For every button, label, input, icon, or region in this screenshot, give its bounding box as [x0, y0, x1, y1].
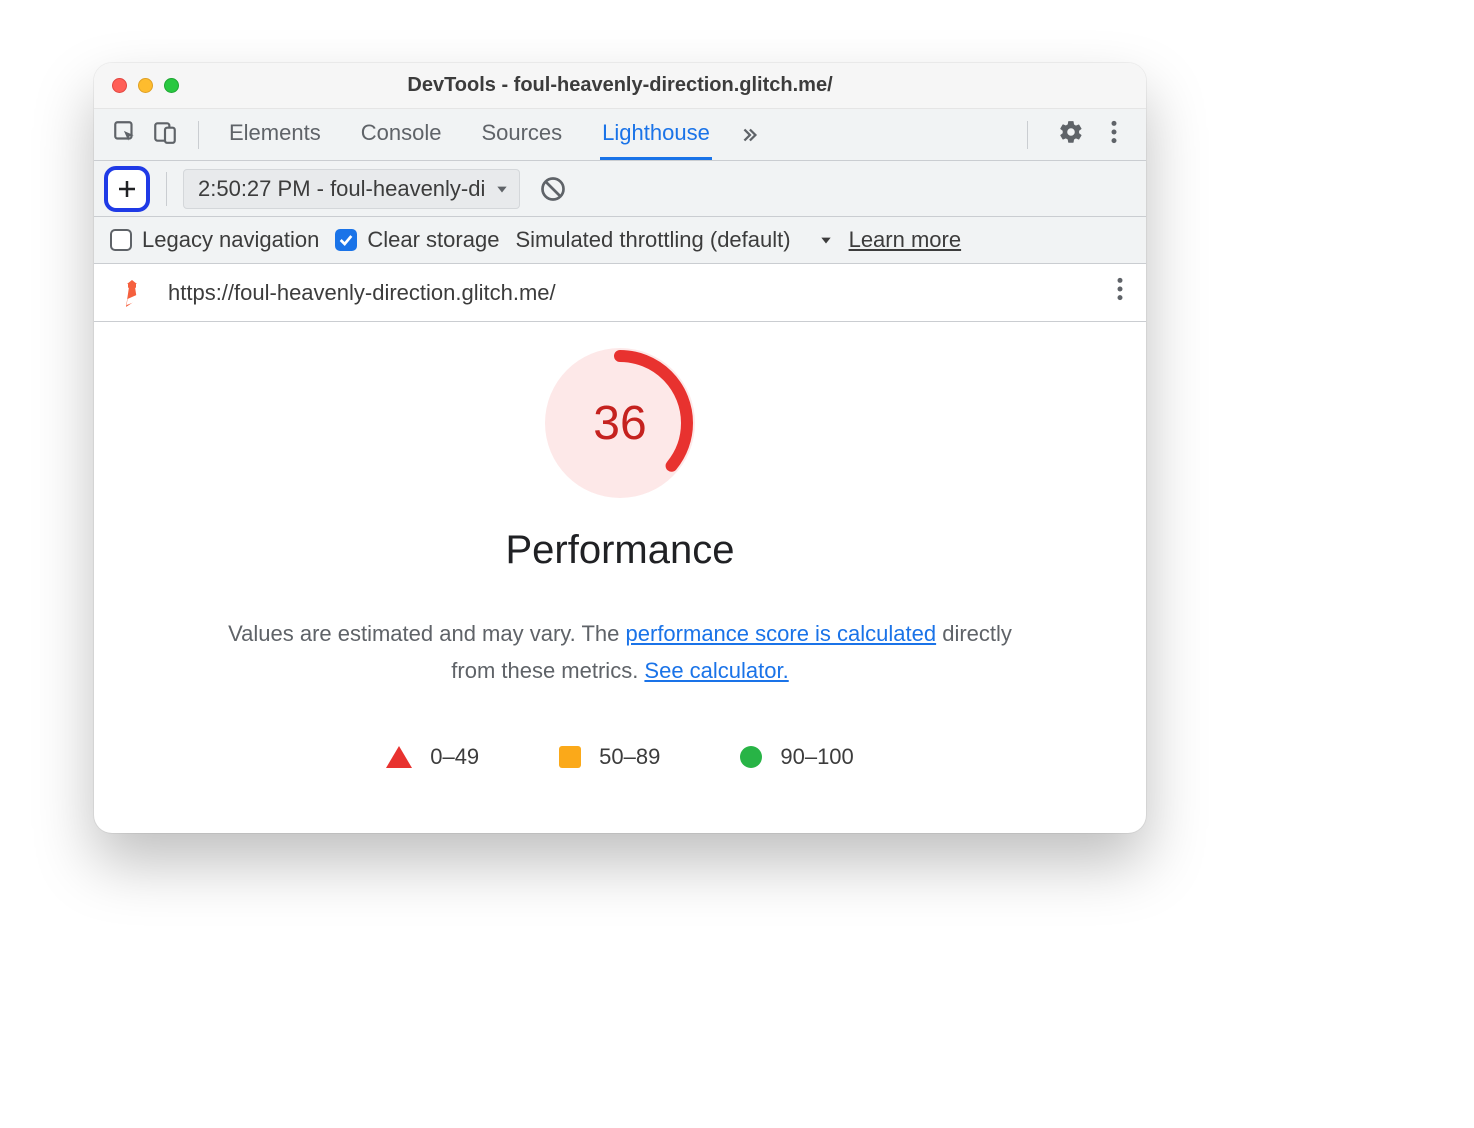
circle-green-icon — [740, 746, 762, 768]
clear-storage-label: Clear storage — [367, 227, 499, 253]
report-body: 36 Performance Values are estimated and … — [94, 322, 1146, 790]
score-legend: 0–49 50–89 90–100 — [386, 744, 854, 770]
window-zoom-button[interactable] — [164, 78, 179, 93]
chevron-down-icon — [495, 176, 509, 202]
clear-storage-checkbox[interactable] — [335, 229, 357, 251]
tabbar-separator — [198, 121, 199, 149]
lighthouse-report-toolbar: 2:50:27 PM - foul-heavenly-di — [94, 161, 1146, 217]
tab-elements[interactable]: Elements — [227, 109, 323, 160]
legend-high-label: 90–100 — [780, 744, 853, 770]
report-url: https://foul-heavenly-direction.glitch.m… — [168, 280, 1096, 306]
more-tabs-button[interactable] — [730, 109, 768, 160]
legend-mid: 50–89 — [559, 744, 660, 770]
clear-storage-option[interactable]: Clear storage — [335, 227, 499, 253]
legend-low-label: 0–49 — [430, 744, 479, 770]
legend-mid-label: 50–89 — [599, 744, 660, 770]
toolbar-separator — [166, 172, 167, 206]
triangle-red-icon — [386, 746, 412, 768]
throttling-selector[interactable]: Simulated throttling (default) — [515, 227, 832, 253]
legend-low: 0–49 — [386, 744, 479, 770]
devtools-tab-bar: Elements Console Sources Lighthouse — [94, 109, 1146, 161]
more-menu-icon[interactable] — [1104, 119, 1124, 150]
tab-console[interactable]: Console — [359, 109, 444, 160]
throttling-label: Simulated throttling (default) — [515, 227, 790, 253]
desc-text-1: Values are estimated and may vary. The — [228, 621, 625, 646]
see-calculator-link[interactable]: See calculator. — [644, 658, 788, 683]
device-toggle-icon[interactable] — [152, 119, 178, 150]
tab-sources[interactable]: Sources — [479, 109, 564, 160]
window-minimize-button[interactable] — [138, 78, 153, 93]
chevron-down-icon — [819, 227, 833, 253]
performance-gauge: 36 — [545, 348, 695, 498]
legacy-navigation-checkbox[interactable] — [110, 229, 132, 251]
report-url-bar: https://foul-heavenly-direction.glitch.m… — [94, 264, 1146, 322]
window-titlebar: DevTools - foul-heavenly-direction.glitc… — [94, 63, 1146, 109]
window-title: DevTools - foul-heavenly-direction.glitc… — [94, 74, 1146, 97]
settings-icon[interactable] — [1058, 119, 1084, 150]
category-title: Performance — [506, 528, 735, 573]
inspect-element-icon[interactable] — [112, 119, 138, 150]
performance-score-value: 36 — [545, 348, 695, 498]
traffic-lights — [94, 78, 179, 93]
new-report-button[interactable] — [104, 166, 150, 212]
tabbar-separator-right — [1027, 121, 1028, 149]
lighthouse-logo-icon — [116, 277, 148, 309]
performance-score-link[interactable]: performance score is calculated — [626, 621, 937, 646]
report-menu-button[interactable] — [1116, 276, 1124, 309]
square-orange-icon — [559, 746, 581, 768]
window-close-button[interactable] — [112, 78, 127, 93]
report-selector-label: 2:50:27 PM - foul-heavenly-di — [198, 176, 485, 202]
score-description: Values are estimated and may vary. The p… — [210, 615, 1030, 690]
clear-all-button[interactable] — [536, 172, 570, 206]
legend-high: 90–100 — [740, 744, 853, 770]
tabs-container: Elements Console Sources Lighthouse — [209, 109, 712, 160]
legacy-navigation-label: Legacy navigation — [142, 227, 319, 253]
legacy-navigation-option[interactable]: Legacy navigation — [110, 227, 319, 253]
learn-more-link[interactable]: Learn more — [849, 227, 962, 253]
devtools-window: DevTools - foul-heavenly-direction.glitc… — [94, 63, 1146, 833]
performance-gauge-section: 36 Performance Values are estimated and … — [114, 348, 1126, 770]
report-selector[interactable]: 2:50:27 PM - foul-heavenly-di — [183, 169, 520, 209]
tab-lighthouse[interactable]: Lighthouse — [600, 109, 712, 160]
lighthouse-options-bar: Legacy navigation Clear storage Simulate… — [94, 217, 1146, 264]
